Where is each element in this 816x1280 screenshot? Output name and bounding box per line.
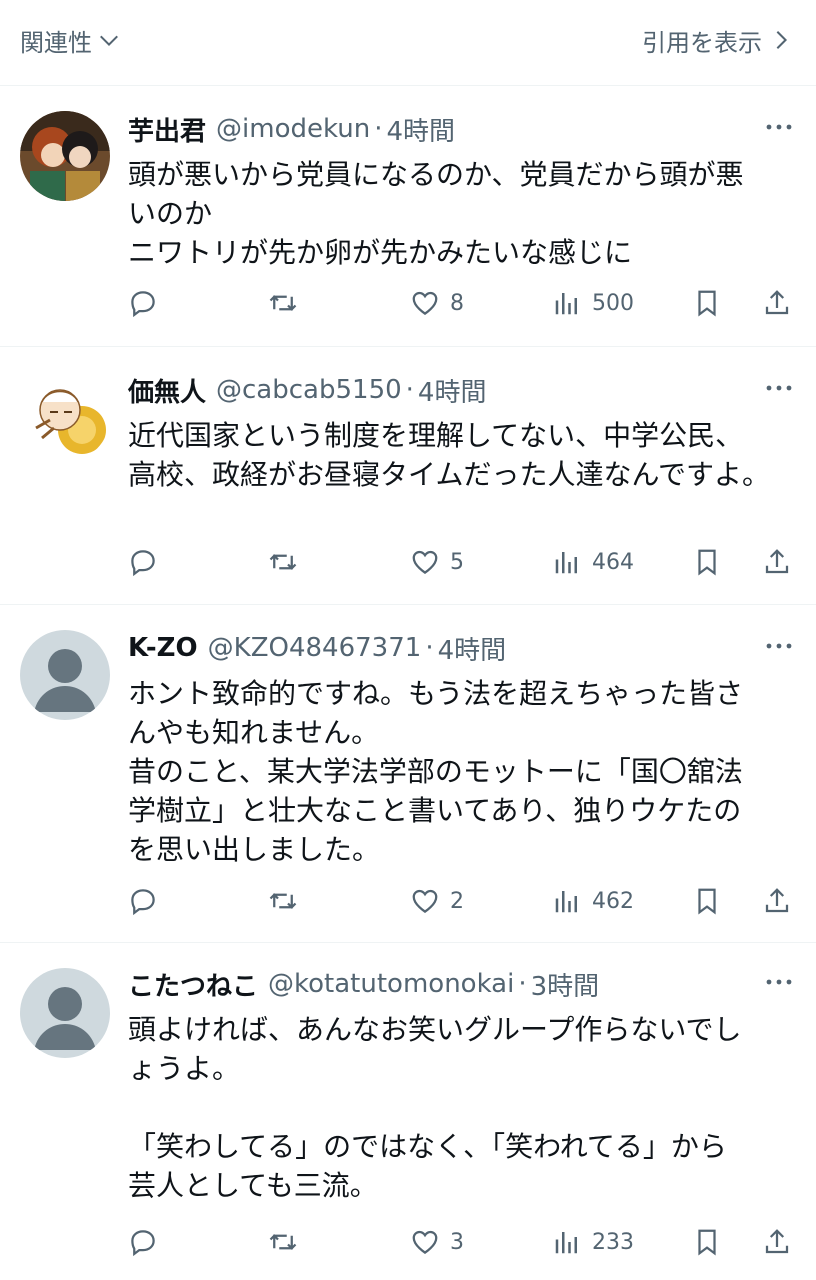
separator-dot: · xyxy=(405,375,414,405)
share-icon xyxy=(765,549,789,574)
share-icon xyxy=(765,1229,789,1254)
retweet-button[interactable] xyxy=(268,542,298,582)
reply-button[interactable] xyxy=(128,1222,158,1262)
more-icon[interactable] xyxy=(764,972,794,992)
view-quotes-label: 引用を表示 xyxy=(642,28,762,57)
tweet-actions: 8 500 xyxy=(128,283,794,323)
retweet-icon xyxy=(269,1234,297,1250)
reply-tweet[interactable]: こたつねこ @kotatutomonokai · 3時間 頭よければ、あんなお笑… xyxy=(0,944,816,1280)
timestamp[interactable]: 3時間 xyxy=(531,966,600,1003)
more-icon[interactable] xyxy=(764,378,794,398)
replies-header: 関連性 引用を表示 xyxy=(0,0,816,86)
share-icon xyxy=(765,888,789,913)
bookmark-icon xyxy=(698,290,716,317)
reply-tweet[interactable]: 価無人 @cabcab5150 · 4時間 近代国家という制度を理解してない、中… xyxy=(0,348,816,605)
timestamp[interactable]: 4時間 xyxy=(438,630,507,667)
share-button[interactable] xyxy=(762,283,792,323)
more-icon[interactable] xyxy=(764,117,794,137)
display-name[interactable]: 価無人 xyxy=(128,372,206,409)
views-button[interactable]: 462 xyxy=(552,881,634,921)
retweet-icon xyxy=(269,893,297,909)
tweet-actions: 2 462 xyxy=(128,881,794,921)
bookmark-button[interactable] xyxy=(692,283,722,323)
sort-label: 関連性 xyxy=(20,28,92,57)
view-quotes-link[interactable]: 引用を表示 xyxy=(642,22,792,58)
user-handle[interactable]: @KZO48467371 xyxy=(208,633,422,663)
like-count: 2 xyxy=(450,888,464,914)
heart-icon xyxy=(412,550,438,574)
retweet-icon xyxy=(269,295,297,311)
retweet-button[interactable] xyxy=(268,283,298,323)
reply-button[interactable] xyxy=(128,283,158,323)
like-count: 5 xyxy=(450,549,464,575)
retweet-button[interactable] xyxy=(268,881,298,921)
views-button[interactable]: 464 xyxy=(552,542,634,582)
heart-icon xyxy=(412,1230,438,1254)
user-handle[interactable]: @imodekun xyxy=(216,114,370,144)
views-button[interactable]: 233 xyxy=(552,1222,634,1262)
display-name[interactable]: K-ZO xyxy=(128,633,198,663)
reply-icon xyxy=(131,1230,155,1257)
reply-tweet[interactable]: 芋出君 @imodekun · 4時間 頭が悪いから党員になるのか、党員だから頭… xyxy=(0,87,816,347)
view-count: 462 xyxy=(592,888,634,914)
views-button[interactable]: 500 xyxy=(552,283,634,323)
display-name[interactable]: 芋出君 xyxy=(128,111,206,148)
bookmark-button[interactable] xyxy=(692,1222,722,1262)
view-count: 500 xyxy=(592,290,634,316)
avatar[interactable] xyxy=(20,968,110,1058)
reply-icon xyxy=(131,889,155,916)
display-name[interactable]: こたつねこ xyxy=(128,966,258,1003)
user-handle[interactable]: @kotatutomonokai xyxy=(268,969,514,999)
bookmark-button[interactable] xyxy=(692,881,722,921)
views-icon xyxy=(555,891,577,913)
bookmark-icon xyxy=(698,1229,716,1256)
reply-button[interactable] xyxy=(128,542,158,582)
heart-icon xyxy=(412,889,438,913)
tweet-text: 近代国家という制度を理解してない、中学公民、 高校、政経がお昼寝タイムだった人達… xyxy=(128,419,771,491)
more-icon[interactable] xyxy=(764,636,794,656)
views-icon xyxy=(555,293,577,315)
view-count: 464 xyxy=(592,549,634,575)
like-count: 8 xyxy=(450,290,464,316)
bookmark-icon xyxy=(698,888,716,915)
reply-icon xyxy=(131,291,155,318)
tweet-actions: 5 464 xyxy=(128,542,794,582)
tweet-actions: 3 233 xyxy=(128,1222,794,1262)
tweet-text: ホント致命的ですね。もう法を超えちゃった皆さ んやも知れません。 昔のこと、某大… xyxy=(128,677,744,866)
reply-button[interactable] xyxy=(128,881,158,921)
like-button[interactable]: 3 xyxy=(410,1222,464,1262)
avatar[interactable] xyxy=(20,111,110,201)
heart-icon xyxy=(412,291,438,315)
tweet-text: 頭が悪いから党員になるのか、党員だから頭が悪 いのか ニワトリが先か卵が先かみた… xyxy=(128,158,744,269)
like-button[interactable]: 5 xyxy=(410,542,464,582)
share-icon xyxy=(765,290,789,315)
reply-tweet[interactable]: K-ZO @KZO48467371 · 4時間 ホント致命的ですね。もう法を超え… xyxy=(0,606,816,943)
share-button[interactable] xyxy=(762,542,792,582)
retweet-icon xyxy=(269,554,297,570)
share-button[interactable] xyxy=(762,1222,792,1262)
sort-dropdown-button[interactable]: 関連性 xyxy=(20,22,120,58)
separator-dot: · xyxy=(425,633,434,663)
views-icon xyxy=(555,1232,577,1254)
timestamp[interactable]: 4時間 xyxy=(418,372,487,409)
retweet-button[interactable] xyxy=(268,1222,298,1262)
views-icon xyxy=(555,552,577,574)
avatar[interactable] xyxy=(20,372,110,462)
tweet-text: 頭よければ、あんなお笑いグループ作らないでし ょうよ。 「笑わしてる」のではなく… xyxy=(128,1013,742,1202)
chevron-down-icon xyxy=(100,35,118,47)
chevron-right-icon xyxy=(776,31,788,49)
share-button[interactable] xyxy=(762,881,792,921)
separator-dot: · xyxy=(374,114,383,144)
timestamp[interactable]: 4時間 xyxy=(386,111,455,148)
view-count: 233 xyxy=(592,1229,634,1255)
avatar[interactable] xyxy=(20,630,110,720)
bookmark-icon xyxy=(698,549,716,576)
separator-dot: · xyxy=(518,969,527,999)
like-button[interactable]: 2 xyxy=(410,881,464,921)
like-button[interactable]: 8 xyxy=(410,283,464,323)
user-handle[interactable]: @cabcab5150 xyxy=(216,375,402,405)
reply-icon xyxy=(131,550,155,577)
like-count: 3 xyxy=(450,1229,464,1255)
bookmark-button[interactable] xyxy=(692,542,722,582)
